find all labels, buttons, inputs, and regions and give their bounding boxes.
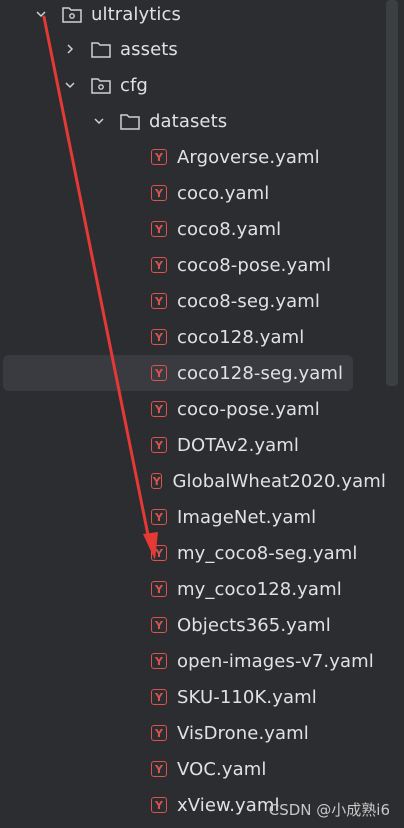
file-label: coco8.yaml xyxy=(177,218,282,240)
file-item[interactable]: Y GlobalWheat2020.yaml xyxy=(0,463,386,499)
file-item[interactable]: Y coco-pose.yaml xyxy=(0,391,386,427)
yaml-file-icon: Y xyxy=(151,221,167,237)
folder-icon xyxy=(90,38,112,60)
file-label: coco8-seg.yaml xyxy=(177,290,320,312)
yaml-file-icon: Y xyxy=(151,653,167,669)
file-label: coco128.yaml xyxy=(177,326,305,348)
tree-node-label: cfg xyxy=(120,74,148,96)
file-item[interactable]: Y coco128.yaml xyxy=(0,319,386,355)
yaml-file-icon: Y xyxy=(151,365,167,381)
file-item[interactable]: Y Argoverse.yaml xyxy=(0,139,386,175)
yaml-file-icon: Y xyxy=(151,545,167,561)
file-item[interactable]: Y coco8-pose.yaml xyxy=(0,247,386,283)
chevron-down-icon[interactable] xyxy=(34,7,48,21)
file-item[interactable]: Y coco8-seg.yaml xyxy=(0,283,386,319)
chevron-down-icon[interactable] xyxy=(63,78,77,92)
file-item[interactable]: Y my_coco128.yaml xyxy=(0,571,386,607)
tree-node-datasets[interactable]: datasets xyxy=(0,103,386,139)
file-label: ImageNet.yaml xyxy=(177,506,317,528)
package-folder-icon xyxy=(90,74,112,96)
file-item-selected[interactable]: Y coco128-seg.yaml xyxy=(3,355,353,391)
file-item[interactable]: Y VOC.yaml xyxy=(0,751,386,787)
file-item[interactable]: Y coco.yaml xyxy=(0,175,386,211)
vertical-scrollbar[interactable] xyxy=(386,0,398,386)
yaml-file-icon: Y xyxy=(151,725,167,741)
yaml-file-icon: Y xyxy=(151,257,167,273)
file-item[interactable]: Y coco8.yaml xyxy=(0,211,386,247)
chevron-right-icon[interactable] xyxy=(63,42,77,56)
file-label: Objects365.yaml xyxy=(177,614,331,636)
file-label: my_coco128.yaml xyxy=(177,578,342,600)
yaml-file-icon: Y xyxy=(151,437,167,453)
file-item[interactable]: Y my_coco8-seg.yaml xyxy=(0,535,386,571)
file-label: coco8-pose.yaml xyxy=(177,254,332,276)
file-label: VOC.yaml xyxy=(177,758,267,780)
file-label: open-images-v7.yaml xyxy=(177,650,374,672)
file-label: VisDrone.yaml xyxy=(177,722,309,744)
package-folder-icon xyxy=(61,3,83,25)
project-tree: ultralytics assets cfg datasets Y Argove… xyxy=(0,0,386,828)
file-label: coco-pose.yaml xyxy=(177,398,320,420)
file-label: coco128-seg.yaml xyxy=(177,362,344,384)
yaml-file-icon: Y xyxy=(151,293,167,309)
chevron-down-icon[interactable] xyxy=(92,114,106,128)
tree-node-label: datasets xyxy=(149,110,228,132)
file-label: SKU-110K.yaml xyxy=(177,686,317,708)
file-label: coco.yaml xyxy=(177,182,270,204)
file-item[interactable]: Y SKU-110K.yaml xyxy=(0,679,386,715)
folder-icon xyxy=(119,110,141,132)
file-label: Argoverse.yaml xyxy=(177,146,320,168)
yaml-file-icon: Y xyxy=(151,581,167,597)
file-label: GlobalWheat2020.yaml xyxy=(172,470,386,492)
watermark-text: CSDN @小成熟i6 xyxy=(268,801,390,819)
yaml-file-icon: Y xyxy=(151,473,163,489)
file-label: xView.yaml xyxy=(177,794,280,816)
file-label: my_coco8-seg.yaml xyxy=(177,542,358,564)
yaml-file-icon: Y xyxy=(151,617,167,633)
tree-node-cfg[interactable]: cfg xyxy=(0,67,386,103)
yaml-file-icon: Y xyxy=(151,185,167,201)
yaml-file-icon: Y xyxy=(151,329,167,345)
file-item[interactable]: Y Objects365.yaml xyxy=(0,607,386,643)
yaml-file-icon: Y xyxy=(151,149,167,165)
yaml-file-icon: Y xyxy=(151,689,167,705)
tree-node-label: ultralytics xyxy=(91,3,181,25)
tree-node-ultralytics[interactable]: ultralytics xyxy=(0,0,386,32)
yaml-file-icon: Y xyxy=(151,401,167,417)
yaml-file-icon: Y xyxy=(151,761,167,777)
yaml-file-icon: Y xyxy=(151,509,167,525)
file-label: DOTAv2.yaml xyxy=(177,434,300,456)
file-item[interactable]: Y VisDrone.yaml xyxy=(0,715,386,751)
tree-node-label: assets xyxy=(120,38,178,60)
file-item[interactable]: Y open-images-v7.yaml xyxy=(0,643,386,679)
yaml-file-icon: Y xyxy=(151,797,167,813)
tree-node-assets[interactable]: assets xyxy=(0,31,386,67)
file-item[interactable]: Y ImageNet.yaml xyxy=(0,499,386,535)
file-item[interactable]: Y DOTAv2.yaml xyxy=(0,427,386,463)
